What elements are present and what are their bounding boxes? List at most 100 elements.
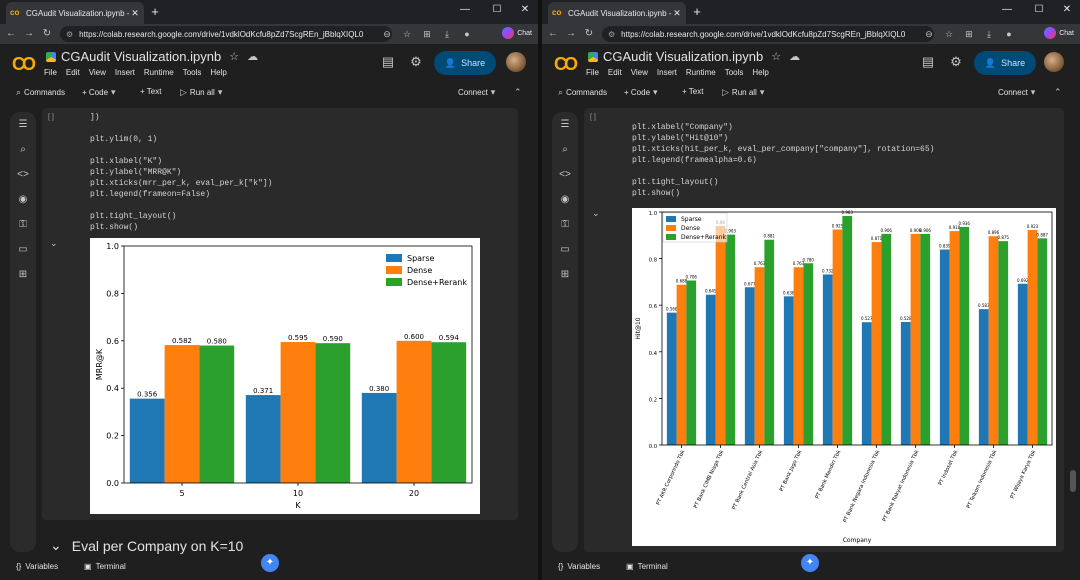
- maximize-icon[interactable]: ☐: [1032, 4, 1046, 15]
- extensions-icon[interactable]: ⊞: [962, 27, 976, 41]
- code-cell[interactable]: [ ] plt.xlabel("Company") plt.ylabel("Hit…: [584, 108, 1064, 552]
- menu-file[interactable]: File: [44, 68, 57, 77]
- chevron-down-icon[interactable]: ▾: [653, 87, 658, 98]
- code-editor[interactable]: ]) plt.ylim(0, 1) plt.xlabel("K") plt.yla…: [90, 112, 272, 233]
- avatar[interactable]: [506, 52, 526, 72]
- gemini-assist-icon[interactable]: ✦: [261, 554, 279, 572]
- gemini-chat-button[interactable]: Chat: [1044, 27, 1074, 39]
- table-icon[interactable]: ⊞: [10, 263, 36, 287]
- commands-button[interactable]: ⌕ Commands: [558, 87, 607, 98]
- menu-help[interactable]: Help: [752, 68, 768, 77]
- screencast-icon[interactable]: ⊖: [922, 27, 936, 41]
- scrollbar[interactable]: [1070, 470, 1076, 492]
- code-line[interactable]: plt.ylim(0, 1): [90, 134, 272, 145]
- run-all-button[interactable]: ▷ Run all ▾: [180, 87, 222, 98]
- gemini-assist-icon[interactable]: ✦: [801, 554, 819, 572]
- new-tab-icon[interactable]: +: [148, 4, 162, 20]
- cloud-save-icon[interactable]: ☁: [247, 50, 258, 63]
- url-field[interactable]: ⚙ https://colab.research.google.com/driv…: [60, 26, 392, 42]
- find-icon[interactable]: ⌕: [552, 138, 578, 162]
- menu-view[interactable]: View: [631, 68, 648, 77]
- browser-tab[interactable]: co CGAudit Visualization.ipynb - Cola ✕: [548, 2, 686, 24]
- close-tab-icon[interactable]: ✕: [130, 8, 140, 19]
- add-code-button[interactable]: + Code ▾: [624, 87, 658, 98]
- notebook-title-text[interactable]: CGAudit Visualization.ipynb: [603, 49, 763, 64]
- menu-runtime[interactable]: Runtime: [144, 68, 174, 77]
- find-icon[interactable]: ⌕: [10, 138, 36, 162]
- variables-button[interactable]: {} Variables: [16, 562, 58, 571]
- downloads-icon[interactable]: ⤓: [982, 27, 996, 41]
- url-field[interactable]: ⚙ https://colab.research.google.com/driv…: [602, 26, 934, 42]
- share-button[interactable]: 👤 Share: [974, 51, 1036, 75]
- reload-icon[interactable]: ↻: [582, 27, 596, 41]
- forward-icon[interactable]: →: [564, 27, 578, 41]
- colab-logo-icon[interactable]: CO: [12, 54, 36, 75]
- profile-icon[interactable]: ●: [460, 27, 474, 41]
- back-icon[interactable]: ←: [4, 27, 18, 41]
- browser-tab[interactable]: co CGAudit Visualization.ipynb - Cola ✕: [6, 2, 144, 24]
- run-cell-button[interactable]: [ ]: [48, 114, 54, 121]
- output-collapse-icon[interactable]: ⌄: [50, 238, 58, 249]
- code-line[interactable]: plt.tight_layout(): [632, 177, 934, 188]
- code-line[interactable]: plt.legend(frameon=False): [90, 189, 272, 200]
- code-line[interactable]: plt.legend(framealpha=0.6): [632, 155, 934, 166]
- star-icon[interactable]: ☆: [229, 50, 239, 63]
- cloud-save-icon[interactable]: ☁: [789, 50, 800, 63]
- key-icon[interactable]: ⚿: [552, 213, 578, 237]
- comments-icon[interactable]: ▤: [380, 54, 396, 70]
- toc-icon[interactable]: ☰: [10, 113, 36, 137]
- chevron-down-icon[interactable]: ▾: [111, 87, 116, 98]
- settings-gear-icon[interactable]: ⚙: [408, 54, 424, 70]
- code-snippets-icon[interactable]: <>: [10, 163, 36, 187]
- code-line[interactable]: plt.xlabel("K"): [90, 156, 272, 167]
- menu-view[interactable]: View: [89, 68, 106, 77]
- menu-insert[interactable]: Insert: [115, 68, 135, 77]
- bookmark-star-icon[interactable]: ☆: [942, 27, 956, 41]
- code-line[interactable]: plt.xticks(hit_per_k, eval_per_company["…: [632, 144, 934, 155]
- run-all-button[interactable]: ▷ Run all ▾: [722, 87, 764, 98]
- menu-edit[interactable]: Edit: [608, 68, 622, 77]
- chevron-down-icon[interactable]: ▾: [491, 87, 496, 98]
- code-line[interactable]: plt.xlabel("Company"): [632, 122, 934, 133]
- settings-gear-icon[interactable]: ⚙: [948, 54, 964, 70]
- minimize-icon[interactable]: —: [1000, 4, 1014, 15]
- connect-button[interactable]: Connect ▾: [458, 87, 495, 98]
- menu-insert[interactable]: Insert: [657, 68, 677, 77]
- table-icon[interactable]: ⊞: [552, 263, 578, 287]
- avatar[interactable]: [1044, 52, 1064, 72]
- menu-tools[interactable]: Tools: [725, 68, 744, 77]
- code-snippets-icon[interactable]: <>: [552, 163, 578, 187]
- close-tab-icon[interactable]: ✕: [672, 8, 682, 19]
- code-line[interactable]: [90, 123, 272, 134]
- variables-button[interactable]: {} Variables: [558, 562, 600, 571]
- downloads-icon[interactable]: ⤓: [440, 27, 454, 41]
- star-icon[interactable]: ☆: [771, 50, 781, 63]
- code-line[interactable]: [90, 200, 272, 211]
- code-editor[interactable]: plt.xlabel("Company") plt.ylabel("Hit@10"…: [632, 122, 934, 199]
- code-line[interactable]: [90, 145, 272, 156]
- collapse-toolbar-icon[interactable]: ⌃: [514, 87, 522, 98]
- reload-icon[interactable]: ↻: [40, 27, 54, 41]
- code-line[interactable]: plt.xticks(mrr_per_k, eval_per_k["k"]): [90, 178, 272, 189]
- new-tab-icon[interactable]: +: [690, 4, 704, 20]
- profile-icon[interactable]: ●: [1002, 27, 1016, 41]
- code-cell[interactable]: [ ] ]) plt.ylim(0, 1) plt.xlabel("K") plt…: [42, 108, 518, 520]
- chevron-down-icon[interactable]: ▾: [218, 87, 223, 98]
- share-button[interactable]: 👤 Share: [434, 51, 496, 75]
- code-line[interactable]: plt.show(): [632, 188, 934, 199]
- code-line[interactable]: [632, 166, 934, 177]
- menu-help[interactable]: Help: [210, 68, 226, 77]
- commands-button[interactable]: ⌕ Commands: [16, 87, 65, 98]
- code-line[interactable]: plt.ylabel("Hit@10"): [632, 133, 934, 144]
- collapse-toolbar-icon[interactable]: ⌃: [1054, 87, 1062, 98]
- close-window-icon[interactable]: ✕: [518, 4, 532, 15]
- back-icon[interactable]: ←: [546, 27, 560, 41]
- chevron-down-icon[interactable]: ▾: [1031, 87, 1036, 98]
- colab-logo-icon[interactable]: CO: [554, 54, 578, 75]
- close-window-icon[interactable]: ✕: [1060, 4, 1074, 15]
- code-line[interactable]: plt.show(): [90, 222, 272, 233]
- code-line[interactable]: ]): [90, 112, 272, 123]
- extensions-icon[interactable]: ⊞: [420, 27, 434, 41]
- bookmark-star-icon[interactable]: ☆: [400, 27, 414, 41]
- maximize-icon[interactable]: ☐: [490, 4, 504, 15]
